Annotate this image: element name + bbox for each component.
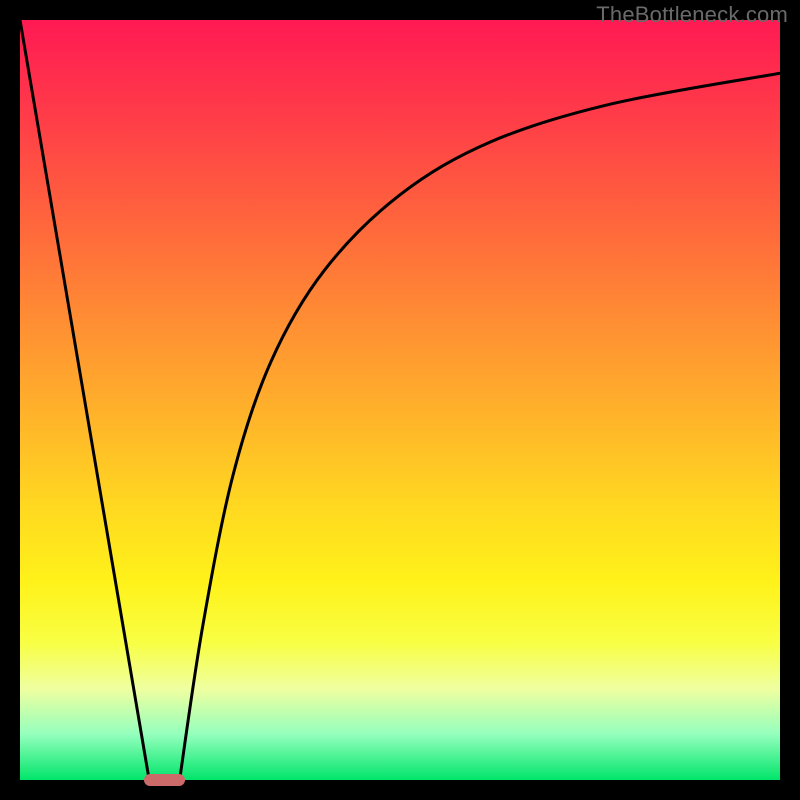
watermark-text: TheBottleneck.com	[596, 2, 788, 28]
chart-curve	[20, 20, 780, 780]
chart-frame: TheBottleneck.com	[0, 0, 800, 800]
curve-left-limb	[20, 20, 149, 780]
chart-plot-area	[20, 20, 780, 780]
curve-right-limb	[180, 73, 780, 780]
bottleneck-marker	[144, 774, 186, 786]
